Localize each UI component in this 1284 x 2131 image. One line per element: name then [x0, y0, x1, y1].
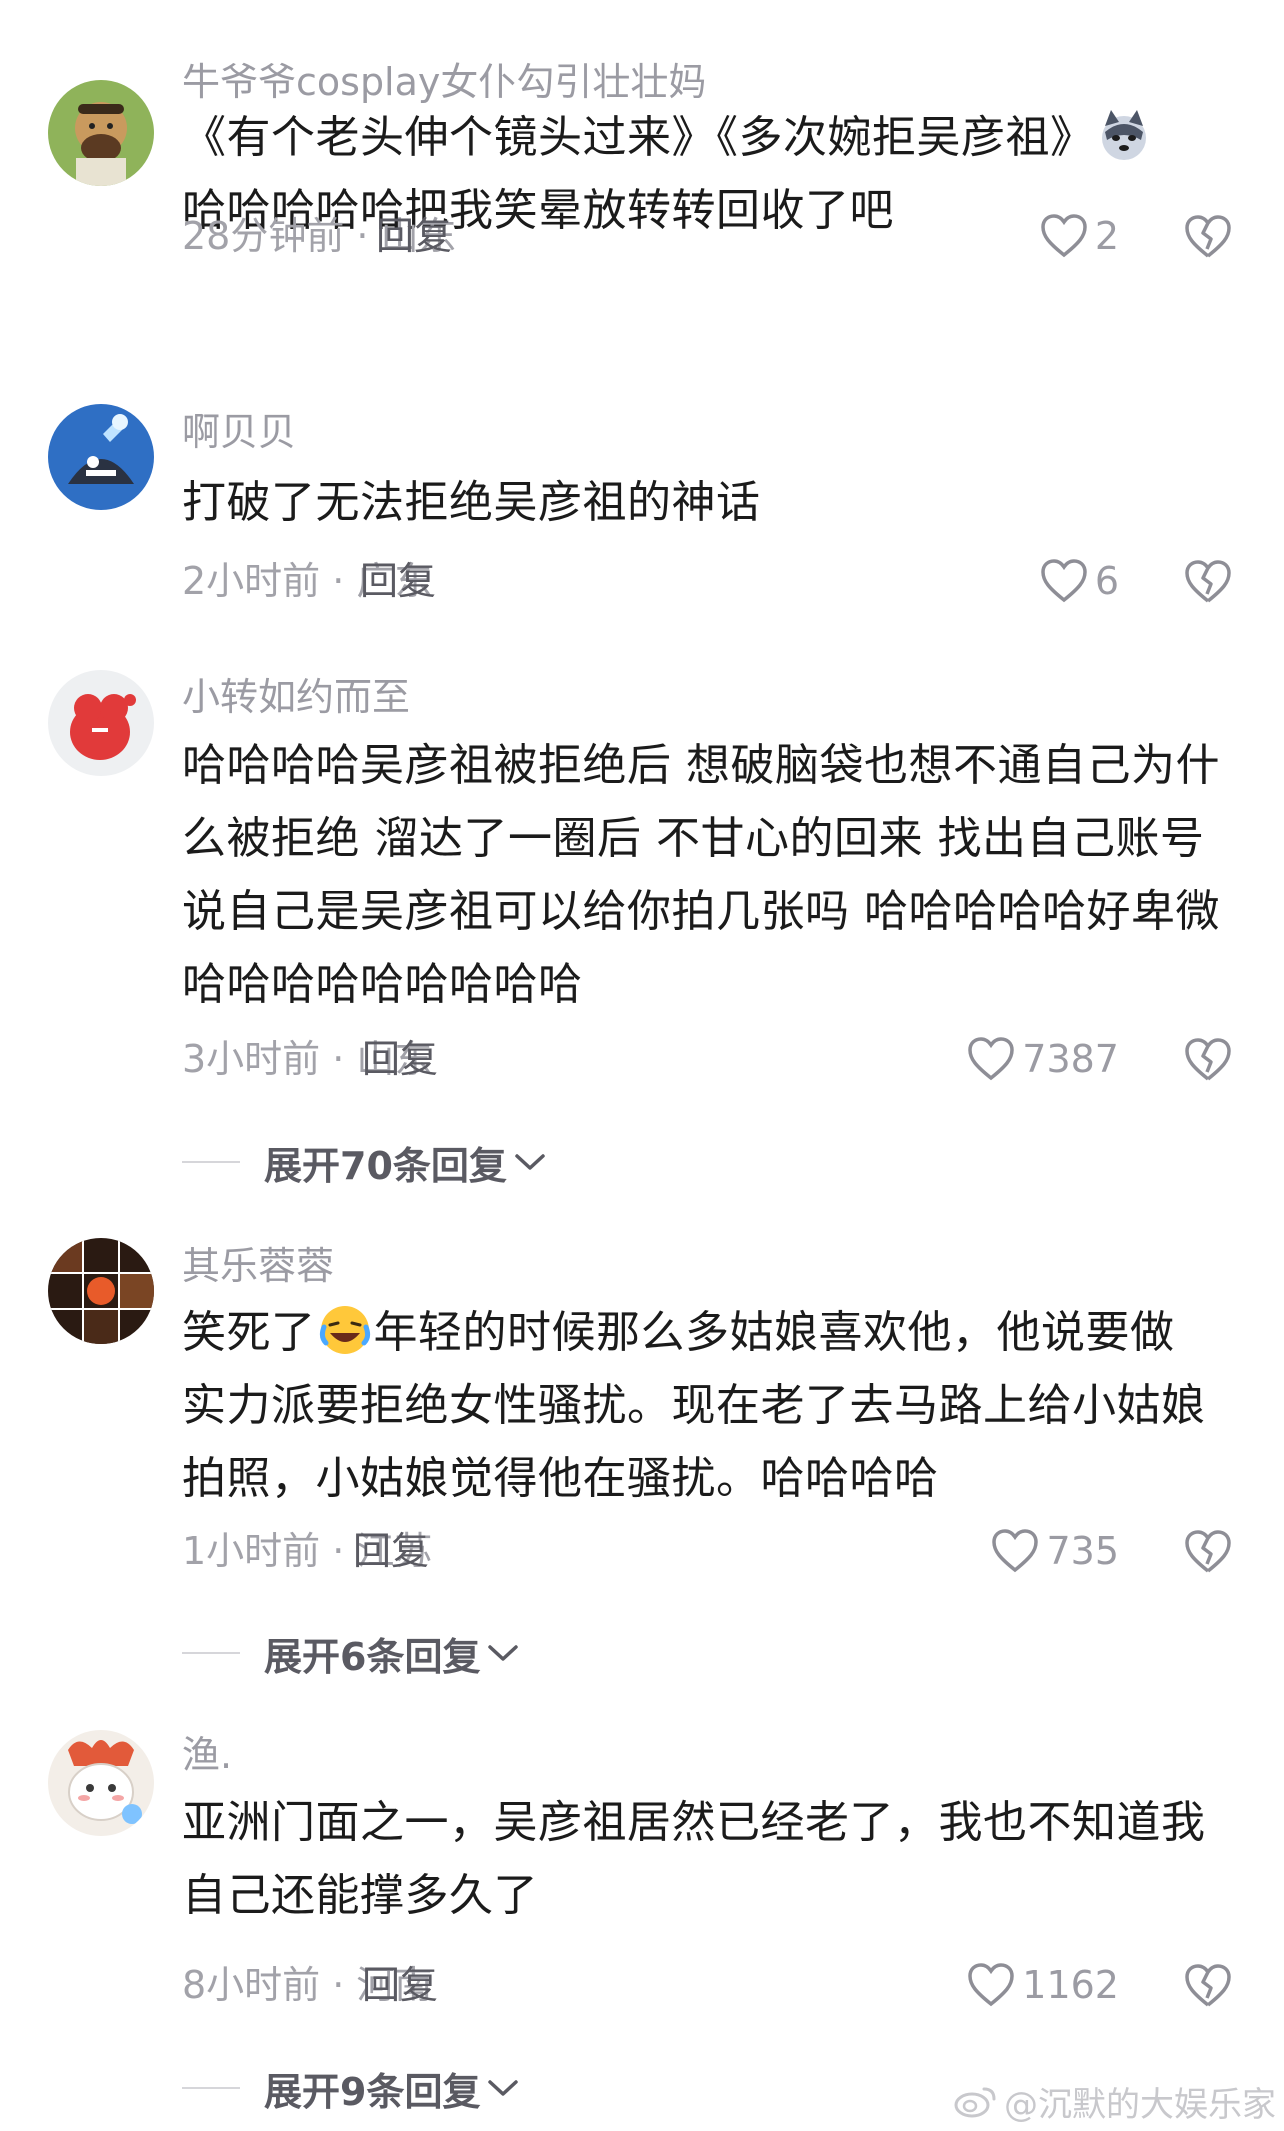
dislike-button[interactable]: [1183, 1034, 1233, 1084]
chevron-down-icon: [515, 1154, 545, 1170]
heart-outline-icon: [968, 1963, 1015, 2007]
like-button[interactable]: 1162: [966, 1961, 1119, 2009]
dislike-button[interactable]: [1183, 211, 1233, 261]
comment-text-part: 年轻的时候那么多姑娘喜欢他，他说要做: [373, 1307, 1175, 1358]
comment-text-line: 说自己是吴彦祖可以给你拍几张吗 哈哈哈哈哈好卑微: [182, 886, 1220, 937]
reply-button[interactable]: 回复: [362, 1961, 438, 2009]
heart-outline-icon: [1041, 214, 1087, 258]
like-count: 7387: [1022, 1037, 1119, 1081]
expand-replies-label: 展开6条回复: [264, 1634, 481, 1679]
like-button[interactable]: 7387: [966, 1035, 1119, 1083]
broken-heart-icon: [1185, 1038, 1231, 1081]
comment-text-part: 笑死了: [182, 1307, 316, 1358]
dislike-button[interactable]: [1183, 1960, 1233, 2010]
broken-heart-icon: [1185, 1964, 1231, 2007]
expand-replies-button[interactable]: 展开6条回复: [182, 1629, 520, 1679]
dislike-button[interactable]: [1183, 556, 1233, 606]
like-count: 6: [1094, 559, 1119, 603]
expand-replies-button[interactable]: 展开9条回复: [182, 2064, 520, 2114]
broken-heart-icon: [1185, 1530, 1231, 1573]
heart-outline-icon: [968, 1037, 1015, 1081]
broken-heart-icon: [1185, 560, 1231, 603]
expand-replies-button[interactable]: 展开70条回复: [182, 1138, 547, 1188]
like-count: 1162: [1022, 1963, 1119, 2007]
comment-text: 哈哈哈哈吴彦祖被拒绝后 想破脑袋也想不通自己为什 么被拒绝 溜达了一圈后 不甘心…: [182, 729, 1242, 1021]
user-avatar[interactable]: [48, 670, 154, 776]
heart-outline-icon: [992, 1529, 1039, 1573]
watermark: @沉默的大娱乐家: [954, 2079, 1276, 2125]
wolf-emoji: [1097, 108, 1151, 162]
comment-username[interactable]: 其乐蓉蓉: [182, 1242, 334, 1290]
user-avatar[interactable]: [48, 1730, 154, 1836]
broken-heart-icon: [1185, 215, 1231, 258]
heart-outline-icon: [1041, 559, 1087, 603]
dislike-button[interactable]: [1183, 1526, 1233, 1576]
chevron-down-icon: [488, 1645, 519, 1661]
expand-replies-label: 展开9条回复: [264, 2069, 481, 2114]
like-button[interactable]: 735: [990, 1527, 1119, 1575]
divider: [182, 1652, 240, 1654]
user-avatar[interactable]: [48, 1238, 154, 1344]
comment-text-line: 么被拒绝 溜达了一圈后 不甘心的回来 找出自己账号: [182, 813, 1205, 864]
like-count: 2: [1094, 214, 1119, 258]
expand-replies-label: 展开70条回复: [264, 1143, 507, 1188]
reply-button[interactable]: 回复: [353, 1527, 429, 1575]
user-avatar[interactable]: [48, 80, 154, 186]
comment-text-line: 哈哈哈哈吴彦祖被拒绝后 想破脑袋也想不通自己为什: [182, 740, 1220, 791]
comment-text: 笑死了 年轻的时候那么多姑娘喜欢他，他说要做 实力派要拒绝女性骚扰。现在老了去马…: [182, 1296, 1242, 1515]
comment-username[interactable]: 小转如约而至: [182, 673, 410, 721]
like-count: 735: [1046, 1529, 1119, 1573]
user-avatar[interactable]: [48, 404, 154, 510]
comment-text-line: 哈哈哈哈哈哈哈哈哈: [182, 959, 583, 1010]
comment-username[interactable]: 牛爷爷cosplay女仆勾引壮壮妈: [182, 58, 706, 106]
laughing-crying-emoji: [318, 1303, 372, 1357]
comment-text: 亚洲门面之一，吴彦祖居然已经老了，我也不知道我 自己还能撑多久了: [182, 1786, 1242, 1932]
reply-button[interactable]: 回复: [360, 557, 436, 605]
like-button[interactable]: 2: [1039, 212, 1119, 260]
comment-text-line: 拍照，小姑娘觉得他在骚扰。哈哈哈哈: [182, 1453, 939, 1504]
comment-text-line: 亚洲门面之一，吴彦祖居然已经老了，我也不知道我: [182, 1797, 1206, 1848]
reply-button[interactable]: 回复: [362, 1035, 438, 1083]
reply-button[interactable]: 回复: [376, 212, 452, 260]
comment-text: 打破了无法拒绝吴彦祖的神话: [182, 477, 761, 528]
divider: [182, 2087, 240, 2089]
comment-text-line: 自己还能撑多久了: [182, 1870, 538, 1921]
weibo-logo-icon: [954, 2087, 996, 2118]
chevron-down-icon: [488, 2080, 519, 2096]
watermark-text: @沉默的大娱乐家: [1004, 2084, 1276, 2125]
comment-text-line: 实力派要拒绝女性骚扰。现在老了去马路上给小姑娘: [182, 1380, 1206, 1431]
comment-text-part: 《有个老头伸个镜头过来》《多次婉拒吴彦祖》: [182, 112, 1095, 163]
like-button[interactable]: 6: [1039, 557, 1119, 605]
comment-username[interactable]: 渔.: [182, 1731, 232, 1779]
divider: [182, 1161, 240, 1163]
comment-username[interactable]: 啊贝贝: [182, 408, 296, 456]
